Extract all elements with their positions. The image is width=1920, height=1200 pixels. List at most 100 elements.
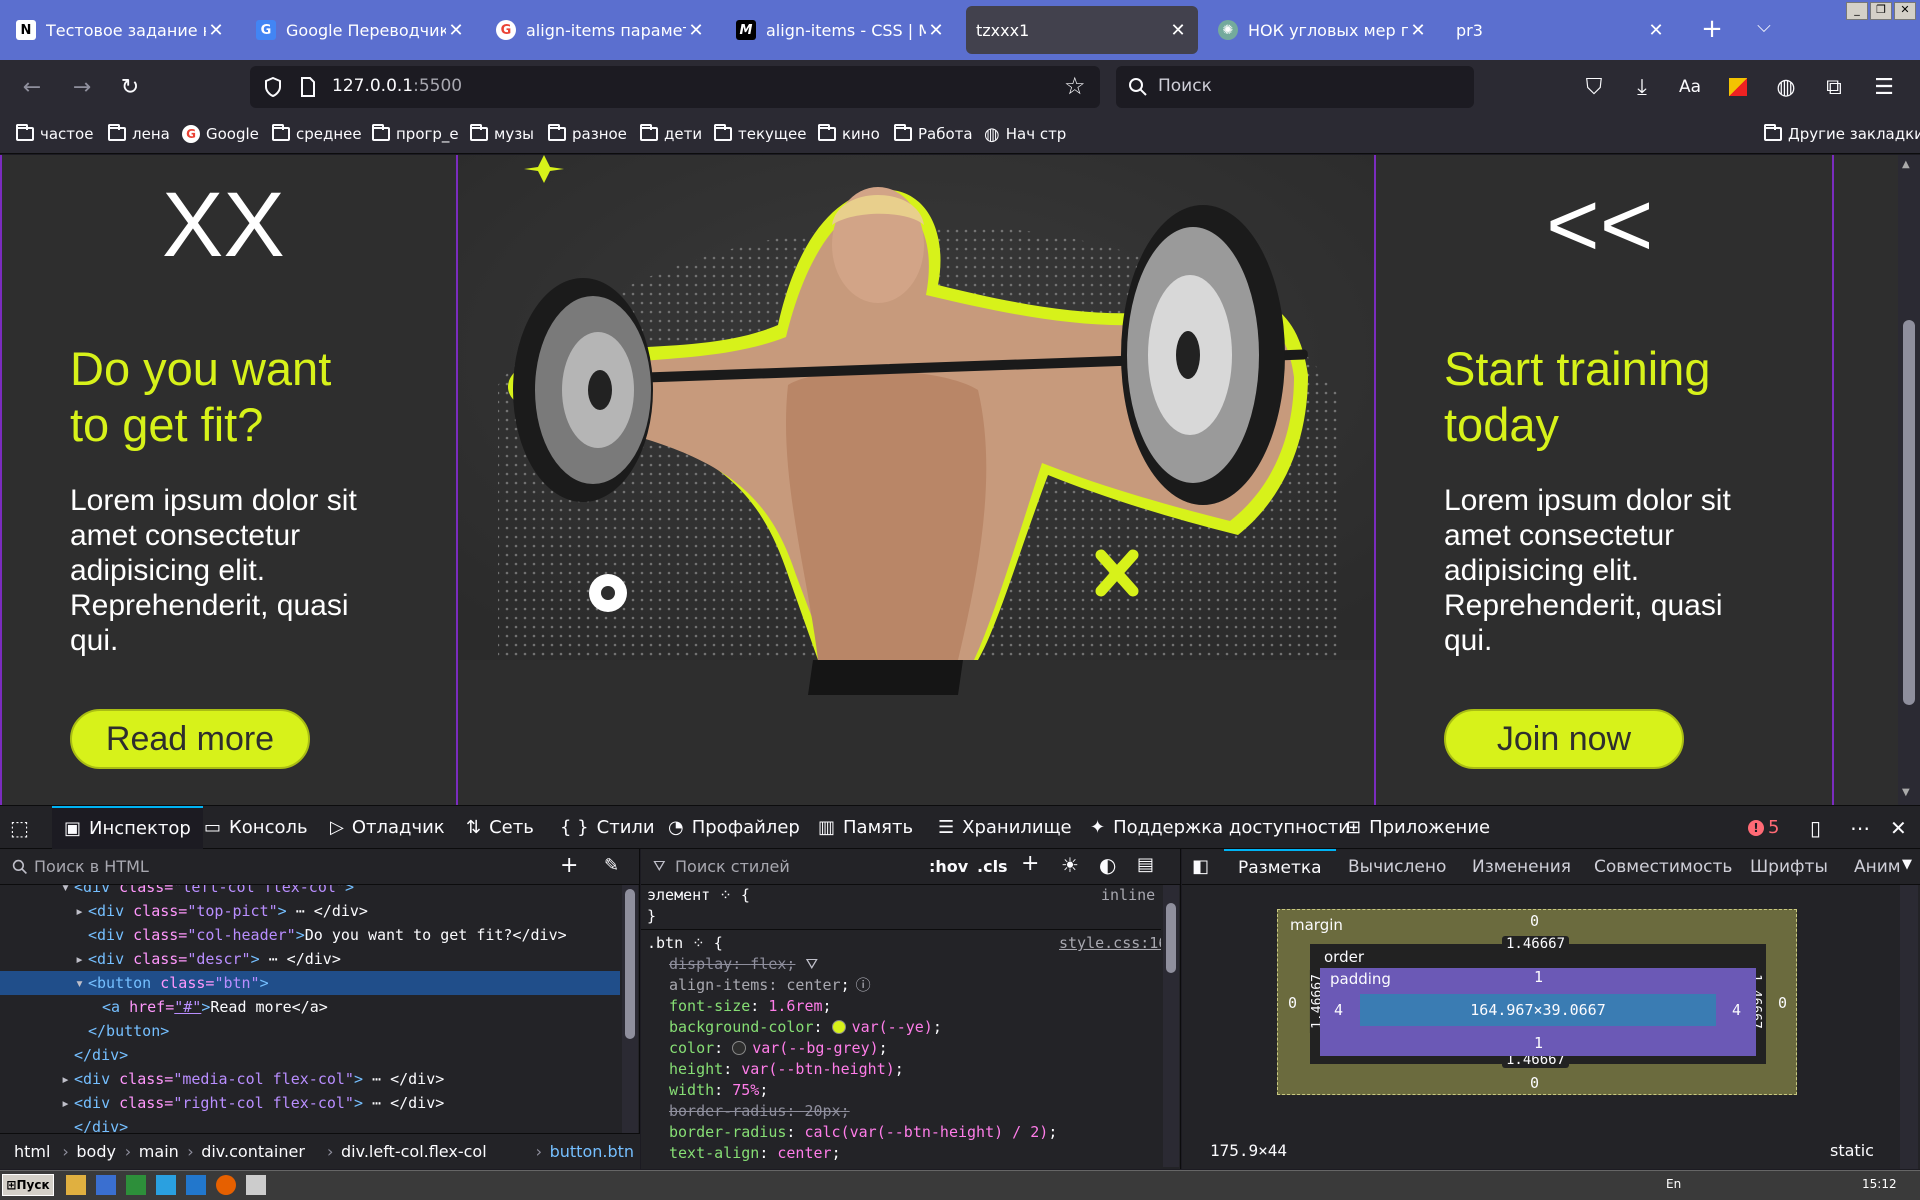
minimize-icon[interactable]: _ [1846, 2, 1868, 20]
markup-node[interactable]: ▸ <div class="right-col flex-col"> ⋯ </di… [0, 1091, 620, 1115]
property-name[interactable]: color [669, 1039, 714, 1057]
globe-icon[interactable]: ◍ [1770, 71, 1802, 103]
markup-node[interactable]: ▾ <button class="btn"> [0, 971, 620, 995]
info-icon[interactable]: ⓘ [856, 976, 871, 994]
explorer-icon[interactable] [66, 1175, 86, 1195]
tab-animations[interactable]: Аним [1854, 857, 1901, 877]
element-picker-icon[interactable]: ⬚ [10, 806, 29, 849]
tab-styles[interactable]: { } Стили [560, 806, 655, 849]
style-declaration[interactable]: background-color: var(--ye); [669, 1017, 942, 1038]
responsive-design-icon[interactable]: ▯ [1810, 806, 1821, 849]
box-border[interactable]: order 1.46667 1.46667 1.46667 1.46667 pa… [1309, 936, 1766, 1068]
tab-debugger[interactable]: ▷ Отладчик [330, 806, 445, 849]
tab-application[interactable]: ⊞ Приложение [1346, 806, 1490, 849]
other-bookmarks[interactable]: Другие закладки [1764, 122, 1920, 146]
bookmark-folder[interactable]: Работа [894, 122, 973, 146]
tab-layout[interactable]: Разметка [1224, 849, 1336, 885]
filter-icon[interactable]: ⛛ [805, 955, 818, 973]
property-name[interactable]: display [669, 955, 732, 973]
bookmark-folder[interactable]: частое [16, 122, 93, 146]
padding-left-value[interactable]: 4 [1334, 1001, 1343, 1019]
node-attribute[interactable]: class= [110, 1094, 173, 1112]
breadcrumb-item[interactable]: html [14, 1142, 50, 1161]
bookmark-folder[interactable]: музы [470, 122, 534, 146]
margin-top-value[interactable]: 0 [1530, 912, 1539, 930]
property-value[interactable]: center [786, 976, 840, 994]
tab-fonts[interactable]: Шрифты [1750, 857, 1828, 877]
style-declaration[interactable]: color: var(--bg-grey); [669, 1038, 888, 1059]
bookmark-folder[interactable]: лена [108, 122, 170, 146]
property-value[interactable]: var(--ye) [852, 1018, 933, 1036]
list-all-tabs-icon[interactable]: ⌵ [1748, 16, 1780, 44]
close-window-icon[interactable]: ✕ [1894, 2, 1916, 20]
padding-top-value[interactable]: 1 [1534, 968, 1543, 986]
property-name[interactable]: width [669, 1081, 714, 1099]
layout-scrollbar[interactable] [1900, 885, 1918, 1169]
light-mode-icon[interactable]: ☀ [1061, 853, 1079, 877]
style-declaration[interactable]: font-size: 1.6rem; [669, 996, 832, 1017]
scroll-thumb[interactable] [1903, 320, 1915, 705]
node-attribute[interactable]: href= [120, 998, 174, 1016]
close-tab-icon[interactable]: ✕ [1408, 20, 1428, 41]
color-swatch[interactable] [732, 1041, 747, 1055]
property-name[interactable]: font-size [669, 997, 750, 1015]
node-attribute-value[interactable]: "media-col flex-col" [173, 1070, 354, 1088]
box-content[interactable]: 164.967×39.0667 [1360, 994, 1716, 1026]
error-counter[interactable]: ! 5 [1748, 806, 1779, 849]
rule-source-link[interactable]: style.css:161 [1059, 933, 1161, 954]
forward-arrow-icon[interactable]: → [66, 71, 98, 103]
restore-icon[interactable]: ❐ [1870, 2, 1892, 20]
property-value[interactable]: var(--btn-height) [741, 1060, 895, 1078]
property-value[interactable]: 75% [732, 1081, 759, 1099]
eyedropper-icon[interactable]: ✎ [604, 855, 619, 876]
app-icon[interactable] [96, 1175, 116, 1195]
tab-changes[interactable]: Изменения [1472, 857, 1571, 877]
property-name[interactable]: background-color [669, 1018, 814, 1036]
close-tab-icon[interactable]: ✕ [206, 20, 226, 41]
telegram-icon[interactable] [156, 1175, 176, 1195]
node-attribute[interactable]: class= [124, 950, 187, 968]
close-tab-icon[interactable]: ✕ [446, 20, 466, 41]
close-tab-icon[interactable]: ✕ [1646, 20, 1666, 41]
bookmark-folder[interactable]: кино [818, 122, 880, 146]
tab-console[interactable]: ▭ Консоль [204, 806, 308, 849]
style-declaration[interactable]: align-items: center; ⓘ [669, 975, 871, 996]
property-name[interactable]: border-radius [669, 1102, 786, 1120]
breadcrumb-item[interactable]: div.container [201, 1142, 305, 1161]
rule-source[interactable]: inline [1101, 885, 1155, 906]
node-attribute[interactable]: class= [110, 885, 173, 896]
terminal-icon[interactable] [126, 1175, 146, 1195]
bookmark-globe[interactable]: ◍ Нач стр [984, 122, 1066, 146]
property-name[interactable]: align-items [669, 976, 768, 994]
join-now-button[interactable]: Join now [1444, 709, 1684, 769]
bookmark-folder[interactable]: дети [640, 122, 702, 146]
tab-storage[interactable]: ☰ Хранилище [938, 806, 1072, 849]
node-attribute-value[interactable]: "btn" [214, 974, 259, 992]
tab-align-items-google[interactable]: G align-items параметры - ✕ [486, 6, 716, 54]
extension-colored-icon[interactable] [1722, 71, 1754, 103]
padding-right-value[interactable]: 4 [1732, 1001, 1741, 1019]
breadcrumb-item[interactable]: div.left-col.flex-col [341, 1142, 487, 1161]
read-more-button[interactable]: Read more [70, 709, 310, 769]
property-name[interactable]: height [669, 1060, 723, 1078]
node-attribute-value[interactable]: "col-header" [187, 926, 295, 944]
property-name[interactable]: text-align [669, 1144, 759, 1162]
markup-scrollbar[interactable] [622, 885, 638, 1133]
bookmark-folder[interactable]: среднее [272, 122, 362, 146]
styles-search-input[interactable]: Поиск стилей [675, 857, 790, 876]
markup-node[interactable]: <a href="#">Read more</a> [0, 995, 620, 1019]
style-declaration[interactable]: display: flex; ⛛ [669, 954, 818, 975]
pocket-icon[interactable]: ⛉ [1578, 71, 1610, 103]
download-icon[interactable]: ⤓ [1626, 71, 1658, 103]
add-rule-icon[interactable]: + [1021, 851, 1039, 876]
tab-computed[interactable]: Вычислено [1348, 857, 1446, 877]
btn-rule-selector[interactable]: .btn ⁘ { [647, 933, 723, 954]
toggle-sidebar-icon[interactable]: ◧ [1192, 856, 1209, 877]
tab-notion[interactable]: N Тестовое задание на д ✕ [6, 6, 236, 54]
close-tab-icon[interactable]: ✕ [926, 20, 946, 41]
markup-node[interactable]: ▸ <div class="descr"> ⋯ </div> [0, 947, 620, 971]
markup-node[interactable]: ▸ <div class="media-col flex-col"> ⋯ </di… [0, 1067, 620, 1091]
color-swatch[interactable] [831, 1020, 846, 1034]
firefox-icon[interactable] [216, 1175, 236, 1195]
bookmark-google[interactable]: G Google [182, 122, 259, 146]
